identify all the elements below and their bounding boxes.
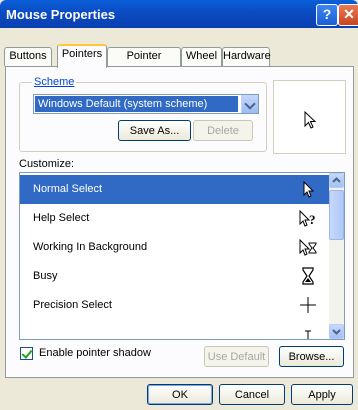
list-item-text-select[interactable] xyxy=(20,320,330,339)
scheme-group xyxy=(19,82,267,152)
working-cursor-icon xyxy=(299,238,317,256)
close-button[interactable]: ✕ xyxy=(338,4,358,26)
tab-hardware[interactable]: Hardware xyxy=(222,47,271,66)
cursor-preview xyxy=(273,80,346,154)
text-cursor-icon xyxy=(305,330,311,339)
chevron-down-icon xyxy=(244,98,256,110)
scheme-group-label: Scheme xyxy=(32,76,77,88)
scroll-down-button[interactable] xyxy=(329,324,344,339)
use-default-button[interactable]: Use Default xyxy=(204,346,269,367)
cancel-button[interactable]: Cancel xyxy=(219,384,285,405)
chevron-up-icon xyxy=(332,177,341,183)
hourglass-cursor-icon xyxy=(302,267,314,285)
crosshair-cursor-icon xyxy=(300,297,316,313)
list-scrollbar[interactable] xyxy=(329,173,344,339)
list-item-busy[interactable]: Busy xyxy=(20,262,330,291)
customize-label: Customize: xyxy=(19,158,75,170)
title-bar[interactable]: Mouse Properties ? ✕ xyxy=(0,0,358,28)
list-item-help-select[interactable]: Help Select ? xyxy=(20,204,330,233)
help-cursor-icon: ? xyxy=(299,209,316,227)
cursor-list[interactable]: Normal Select Help Select ? Working In B… xyxy=(19,172,345,340)
list-item-precision-select[interactable]: Precision Select xyxy=(20,291,330,320)
pointer-shadow-checkbox[interactable] xyxy=(20,347,33,360)
preview-arrow-cursor-icon xyxy=(304,111,317,129)
svg-text:?: ? xyxy=(309,212,316,227)
checkmark-icon xyxy=(21,347,33,359)
scheme-dropdown-button[interactable] xyxy=(241,95,258,113)
chevron-down-icon xyxy=(332,329,341,335)
tab-wheel[interactable]: Wheel xyxy=(181,47,222,66)
browse-button[interactable]: Browse... xyxy=(279,346,344,367)
scroll-thumb[interactable] xyxy=(329,190,344,240)
tab-pointer-options[interactable]: Pointer Options xyxy=(107,47,181,79)
window-title: Mouse Properties xyxy=(6,7,116,22)
arrow-cursor-icon xyxy=(303,180,315,198)
mouse-properties-window: Mouse Properties ? ✕ Buttons Pointers Po… xyxy=(0,0,358,410)
pointer-shadow-label[interactable]: Enable pointer shadow xyxy=(39,347,151,359)
scroll-up-button[interactable] xyxy=(329,173,344,188)
list-item-working-in-background[interactable]: Working In Background xyxy=(20,233,330,262)
scheme-select-value: Windows Default (system scheme) xyxy=(35,96,238,112)
delete-button[interactable]: Delete xyxy=(193,120,253,141)
ok-button[interactable]: OK xyxy=(147,384,213,405)
tab-pointers[interactable]: Pointers xyxy=(57,44,107,68)
help-button[interactable]: ? xyxy=(316,4,338,26)
tab-buttons[interactable]: Buttons xyxy=(4,47,52,66)
save-as-button[interactable]: Save As... xyxy=(118,120,191,141)
apply-button[interactable]: Apply xyxy=(291,384,353,405)
list-item-normal-select[interactable]: Normal Select xyxy=(20,175,330,204)
scheme-select[interactable]: Windows Default (system scheme) xyxy=(33,94,259,114)
